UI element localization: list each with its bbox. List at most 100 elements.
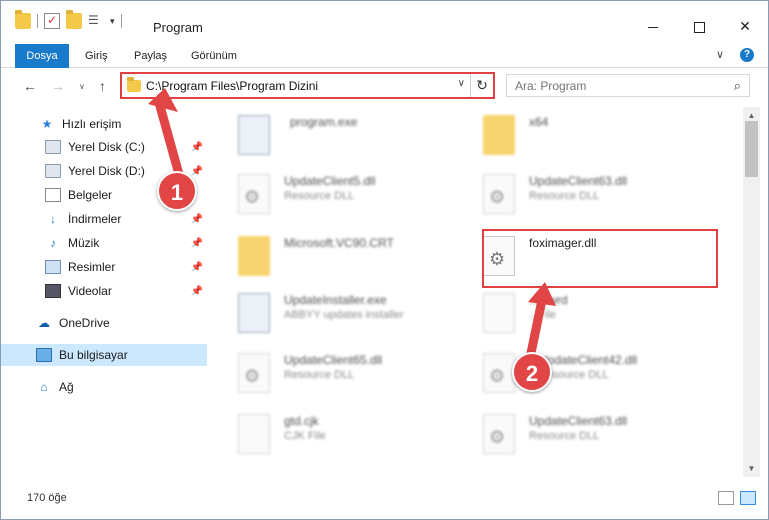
sidebar-item-label: Ağ bbox=[59, 380, 74, 394]
folder-icon bbox=[127, 77, 141, 92]
search-icon[interactable]: ⌕ bbox=[734, 78, 741, 94]
maximize-button[interactable] bbox=[676, 11, 722, 41]
navigation-pane: ★ Hızlı erişim Yerel Disk (C:) 📌 Yerel D… bbox=[1, 107, 209, 477]
file-name: UpdateInstaller.exe bbox=[284, 293, 387, 307]
sidebar-item-label: İndirmeler bbox=[68, 212, 122, 226]
customize-toolbar-icon[interactable]: ☰ bbox=[88, 13, 104, 29]
tab-view[interactable]: Görünüm bbox=[191, 44, 237, 68]
pin-icon[interactable]: 📌 bbox=[191, 166, 203, 177]
expand-ribbon-icon[interactable]: ∨ bbox=[716, 48, 724, 62]
exe-file-icon bbox=[238, 293, 270, 333]
tab-home[interactable]: Giriş bbox=[85, 44, 108, 68]
sidebar-item-downloads[interactable]: ↓ İndirmeler 📌 bbox=[1, 208, 207, 230]
toolbar-divider bbox=[120, 14, 122, 28]
sidebar-item-network[interactable]: ⌂ Ağ bbox=[1, 376, 207, 398]
file-item[interactable]: UpdateClient5.dll Resource DLL bbox=[238, 170, 458, 220]
pin-icon[interactable]: 📌 bbox=[191, 142, 203, 153]
ribbon-controls: ∨ ? bbox=[716, 48, 754, 62]
file-item[interactable]: UpdateInstaller.exe ABBYY updates instal… bbox=[238, 289, 458, 339]
refresh-icon[interactable]: ↻ bbox=[470, 74, 493, 97]
vertical-scrollbar[interactable]: ▲ ▼ bbox=[743, 107, 760, 477]
up-arrow-icon[interactable]: ↑ bbox=[99, 78, 106, 94]
nav-buttons: ← → ∨ ↑ bbox=[23, 78, 106, 94]
file-item[interactable]: UpdateClient63.dll Resource DLL bbox=[483, 170, 703, 220]
file-item[interactable]: ...c.wrd ...File bbox=[483, 289, 703, 339]
sidebar-item-label: Videolar bbox=[68, 284, 112, 298]
sidebar-item-videos[interactable]: Videolar 📌 bbox=[1, 280, 207, 302]
exe-file-icon bbox=[238, 115, 270, 155]
window-title: Program bbox=[153, 20, 203, 35]
sidebar-item-this-pc[interactable]: Bu bilgisayar bbox=[1, 344, 207, 366]
disk-icon bbox=[45, 140, 61, 154]
file-item[interactable]: program.exe bbox=[238, 111, 458, 161]
ribbon-tabs: Dosya Giriş Paylaş Görünüm ∨ ? bbox=[1, 44, 768, 94]
address-path[interactable]: C:\Program Files\Program Dizini bbox=[146, 79, 318, 93]
file-item-foximager[interactable]: foximager.dll bbox=[483, 232, 703, 282]
scroll-thumb[interactable] bbox=[745, 121, 758, 177]
sidebar-item-music[interactable]: ♪ Müzik 📌 bbox=[1, 232, 207, 254]
details-view-icon[interactable] bbox=[718, 491, 734, 505]
address-dropdown-icon[interactable]: ∨ bbox=[458, 78, 465, 89]
chevron-down-icon[interactable]: ▾ bbox=[110, 16, 115, 27]
pictures-icon bbox=[45, 260, 61, 274]
file-name: ...c.wrd bbox=[529, 293, 568, 307]
window-controls: ✕ bbox=[630, 11, 768, 41]
file-name: UpdateClient63.dll bbox=[529, 174, 628, 188]
address-bar[interactable]: C:\Program Files\Program Dizini ∨ ↻ bbox=[120, 72, 495, 99]
forward-arrow-icon[interactable]: → bbox=[51, 78, 65, 94]
close-button[interactable]: ✕ bbox=[722, 11, 768, 41]
pin-icon[interactable]: 📌 bbox=[191, 262, 203, 273]
file-description: Resource DLL bbox=[284, 190, 355, 202]
new-folder-icon[interactable] bbox=[66, 10, 82, 29]
file-item[interactable]: gtd.cjk CJK File bbox=[238, 410, 458, 460]
file-description: ...File bbox=[529, 309, 556, 321]
folder-icon[interactable] bbox=[15, 10, 31, 29]
step-badge-1: 1 bbox=[157, 171, 197, 211]
status-bar: 170 öğe bbox=[1, 487, 768, 511]
file-item[interactable]: x64 bbox=[483, 111, 703, 161]
file-description: Resource DLL bbox=[529, 430, 600, 442]
pin-icon[interactable]: 📌 bbox=[191, 214, 203, 225]
sidebar-item-label: Bu bilgisayar bbox=[59, 348, 128, 362]
sidebar-item-label: Resimler bbox=[68, 260, 116, 274]
file-description: CJK File bbox=[284, 430, 326, 442]
properties-check-icon[interactable]: ✓ bbox=[44, 13, 60, 29]
search-box[interactable]: ⌕ bbox=[506, 74, 750, 97]
file-description: Resource DLL bbox=[284, 369, 355, 381]
file-name: foximager.dll bbox=[529, 236, 597, 250]
file-name: Microsoft.VC90.CRT bbox=[284, 236, 394, 250]
tab-share[interactable]: Paylaş bbox=[134, 44, 167, 68]
sidebar-item-disk-c[interactable]: Yerel Disk (C:) 📌 bbox=[1, 136, 207, 158]
item-count: 170 öğe bbox=[27, 492, 67, 504]
file-description: Resource DLL bbox=[529, 190, 600, 202]
file-item[interactable]: UpdateClient65.dll Resource DLL bbox=[238, 349, 458, 399]
sidebar-item-quick-access[interactable]: ★ Hızlı erişim bbox=[1, 113, 207, 135]
explorer-window: ✓ ☰ ▾ Program ✕ Dosya Giriş Paylaş Görün… bbox=[0, 0, 769, 520]
generic-file-icon bbox=[238, 414, 270, 454]
search-input[interactable] bbox=[515, 78, 715, 94]
back-arrow-icon[interactable]: ← bbox=[23, 78, 37, 94]
navigation-bar: ← → ∨ ↑ C:\Program Files\Program Dizini … bbox=[1, 68, 768, 104]
minimize-button[interactable] bbox=[630, 11, 676, 41]
view-switcher bbox=[718, 491, 756, 505]
dll-file-icon bbox=[238, 353, 270, 393]
file-item[interactable]: Microsoft.VC90.CRT bbox=[238, 232, 458, 282]
scroll-down-icon[interactable]: ▼ bbox=[743, 460, 760, 477]
help-icon[interactable]: ? bbox=[740, 48, 754, 62]
file-item[interactable]: UpdateClient63.dll Resource DLL bbox=[483, 410, 703, 460]
sidebar-item-pictures[interactable]: Resimler 📌 bbox=[1, 256, 207, 278]
sidebar-item-label: Yerel Disk (C:) bbox=[68, 140, 145, 154]
quick-access-toolbar: ✓ ☰ ▾ bbox=[15, 10, 122, 29]
file-name: UpdateClient5.dll bbox=[284, 174, 376, 188]
sidebar-item-onedrive[interactable]: ☁ OneDrive bbox=[1, 312, 207, 334]
disk-icon bbox=[45, 164, 61, 178]
pin-icon[interactable]: 📌 bbox=[191, 286, 203, 297]
pin-icon[interactable]: 📌 bbox=[191, 238, 203, 249]
file-description: ABBYY updates installer bbox=[284, 309, 404, 321]
recent-locations-icon[interactable]: ∨ bbox=[79, 82, 85, 91]
large-icons-view-icon[interactable] bbox=[740, 491, 756, 505]
title-bar: ✓ ☰ ▾ Program ✕ bbox=[1, 1, 768, 41]
file-list: program.exe x64 UpdateClient5.dll Resour… bbox=[210, 107, 743, 477]
dll-file-icon bbox=[483, 174, 515, 214]
documents-icon bbox=[45, 188, 61, 202]
